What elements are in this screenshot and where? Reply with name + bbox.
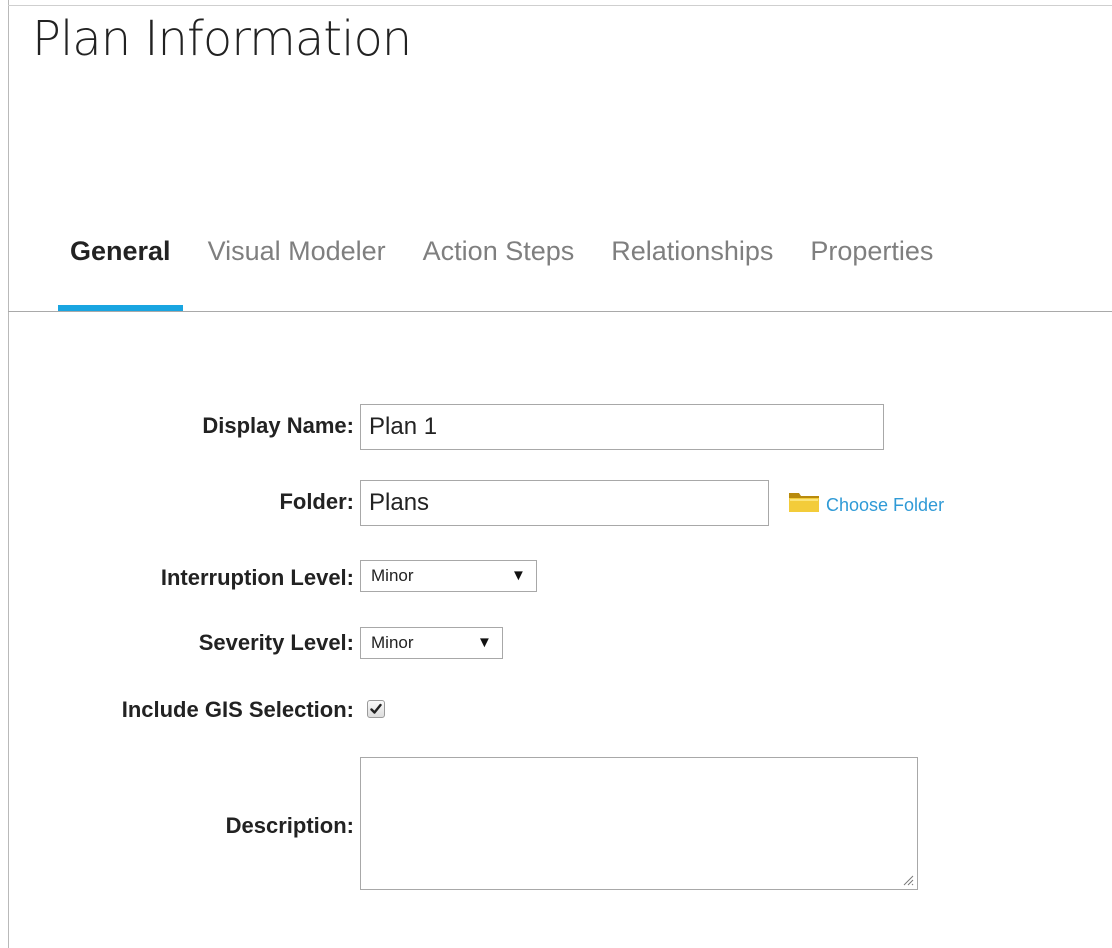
folder-input[interactable] <box>360 480 769 526</box>
choose-folder-link[interactable]: Choose Folder <box>826 495 944 516</box>
interruption-level-value: Minor <box>371 566 414 585</box>
tab-general[interactable]: General <box>58 226 183 312</box>
description-textarea[interactable] <box>360 757 918 890</box>
interruption-level-label: Interruption Level: <box>160 565 354 590</box>
tab-properties[interactable]: Properties <box>798 226 945 312</box>
include-gis-checkbox[interactable] <box>367 700 385 718</box>
tab-general-label: General <box>70 236 171 266</box>
chevron-down-icon: ▼ <box>477 634 492 651</box>
tab-bar: General Visual Modeler Action Steps Rela… <box>58 226 958 312</box>
interruption-level-select[interactable]: Minor ▼ <box>360 560 537 592</box>
display-name-input[interactable] <box>360 404 884 450</box>
panel-left-border <box>8 0 9 948</box>
resize-grip-icon[interactable] <box>902 874 914 886</box>
tab-action-steps-label: Action Steps <box>422 236 575 266</box>
folder-icon[interactable] <box>788 489 820 518</box>
tab-properties-label: Properties <box>810 236 934 266</box>
checkmark-icon <box>370 703 382 714</box>
tab-relationships[interactable]: Relationships <box>599 226 785 312</box>
description-label: Description: <box>225 813 354 838</box>
page-title: Plan Information <box>32 11 412 67</box>
tab-visual-modeler-label: Visual Modeler <box>207 236 386 266</box>
tab-action-steps[interactable]: Action Steps <box>411 226 587 312</box>
folder-label: Folder: <box>279 489 354 514</box>
tab-bar-divider <box>8 311 1112 312</box>
severity-level-select[interactable]: Minor ▼ <box>360 627 503 659</box>
tab-visual-modeler[interactable]: Visual Modeler <box>196 226 398 312</box>
display-name-label: Display Name: <box>202 413 354 438</box>
severity-level-label: Severity Level: <box>198 630 354 655</box>
chevron-down-icon: ▼ <box>511 567 526 584</box>
include-gis-label: Include GIS Selection: <box>121 697 354 722</box>
severity-level-value: Minor <box>371 633 414 652</box>
tab-relationships-label: Relationships <box>611 236 774 266</box>
panel-top-border <box>8 5 1112 6</box>
